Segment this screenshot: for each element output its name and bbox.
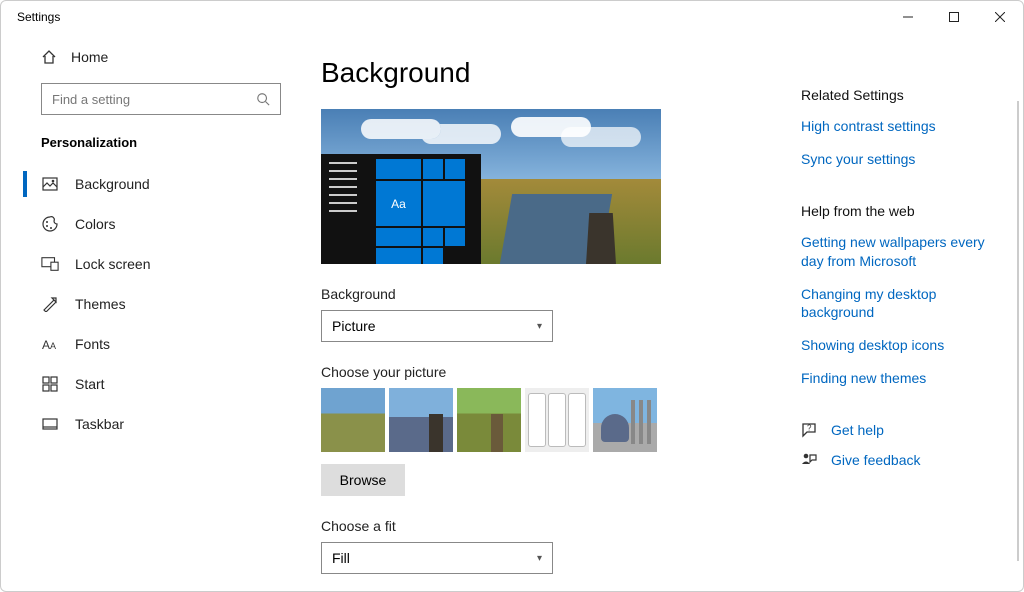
section-label: Personalization bbox=[1, 129, 301, 164]
maximize-button[interactable] bbox=[931, 1, 977, 33]
sidebar-item-label: Taskbar bbox=[75, 416, 124, 432]
preview-clouds bbox=[361, 119, 441, 139]
give-feedback-link[interactable]: Give feedback bbox=[801, 452, 999, 468]
desktop-preview: Aa bbox=[321, 109, 661, 264]
lockscreen-icon bbox=[41, 256, 59, 272]
side-column: Related Settings High contrast settings … bbox=[801, 57, 999, 591]
sidebar-item-taskbar[interactable]: Taskbar bbox=[1, 404, 301, 444]
preview-bridge bbox=[586, 213, 616, 264]
picture-thumb-3[interactable] bbox=[457, 388, 521, 452]
get-help-link[interactable]: ? Get help bbox=[801, 422, 999, 438]
webhelp-link-changing-bg[interactable]: Changing my desktop background bbox=[801, 285, 999, 323]
picture-thumbnails bbox=[321, 388, 761, 452]
colors-icon bbox=[41, 216, 59, 232]
choose-picture-label: Choose your picture bbox=[321, 364, 761, 380]
sidebar-item-label: Fonts bbox=[75, 336, 110, 352]
themes-icon bbox=[41, 296, 59, 312]
sidebar-item-label: Background bbox=[75, 176, 150, 192]
chat-help-icon: ? bbox=[801, 422, 817, 438]
start-icon bbox=[41, 376, 59, 392]
picture-thumb-1[interactable] bbox=[321, 388, 385, 452]
webhelp-heading: Help from the web bbox=[801, 203, 999, 219]
webhelp-link-wallpapers[interactable]: Getting new wallpapers every day from Mi… bbox=[801, 233, 999, 271]
preview-menu-lines bbox=[329, 162, 357, 212]
sidebar: Home Find a setting Personalization Back… bbox=[1, 33, 301, 591]
sidebar-item-themes[interactable]: Themes bbox=[1, 284, 301, 324]
settings-window: Settings Home Find a setting Personaliza… bbox=[0, 0, 1024, 592]
background-icon bbox=[41, 176, 59, 192]
sidebar-item-background[interactable]: Background bbox=[1, 164, 301, 204]
sidebar-item-label: Start bbox=[75, 376, 105, 392]
picture-thumb-2[interactable] bbox=[389, 388, 453, 452]
preview-tiles: Aa bbox=[376, 159, 476, 259]
search-icon bbox=[256, 92, 270, 106]
background-type-value: Picture bbox=[332, 318, 376, 334]
svg-text:A: A bbox=[42, 338, 50, 352]
related-settings-heading: Related Settings bbox=[801, 87, 999, 103]
scrollbar[interactable] bbox=[1017, 101, 1019, 561]
home-icon bbox=[41, 49, 57, 65]
preview-sample-text-tile: Aa bbox=[376, 181, 421, 226]
svg-text:?: ? bbox=[807, 424, 812, 433]
body: Home Find a setting Personalization Back… bbox=[1, 33, 1023, 591]
page-title: Background bbox=[321, 57, 761, 89]
preview-start-overlay: Aa bbox=[321, 154, 481, 264]
sidebar-item-label: Themes bbox=[75, 296, 126, 312]
minimize-button[interactable] bbox=[885, 1, 931, 33]
search-input[interactable]: Find a setting bbox=[41, 83, 281, 115]
sidebar-item-lockscreen[interactable]: Lock screen bbox=[1, 244, 301, 284]
give-feedback-label: Give feedback bbox=[831, 452, 921, 468]
chevron-down-icon: ▾ bbox=[537, 321, 542, 332]
fit-label: Choose a fit bbox=[321, 518, 761, 534]
sidebar-item-fonts[interactable]: AA Fonts bbox=[1, 324, 301, 364]
background-field-label: Background bbox=[321, 286, 761, 302]
close-button[interactable] bbox=[977, 1, 1023, 33]
feedback-icon bbox=[801, 452, 817, 468]
fit-dropdown[interactable]: Fill ▾ bbox=[321, 542, 553, 574]
window-title: Settings bbox=[17, 10, 60, 24]
fonts-icon: AA bbox=[41, 336, 59, 352]
related-link-high-contrast[interactable]: High contrast settings bbox=[801, 117, 999, 136]
sidebar-item-colors[interactable]: Colors bbox=[1, 204, 301, 244]
picture-thumb-5[interactable] bbox=[593, 388, 657, 452]
fit-value: Fill bbox=[332, 550, 350, 566]
home-label: Home bbox=[71, 49, 108, 65]
picture-thumb-4[interactable] bbox=[525, 388, 589, 452]
browse-button[interactable]: Browse bbox=[321, 464, 405, 496]
home-button[interactable]: Home bbox=[1, 41, 301, 73]
sidebar-item-label: Lock screen bbox=[75, 256, 150, 272]
webhelp-link-themes[interactable]: Finding new themes bbox=[801, 369, 999, 388]
search-placeholder: Find a setting bbox=[52, 92, 130, 107]
taskbar-icon bbox=[41, 416, 59, 432]
sidebar-item-start[interactable]: Start bbox=[1, 364, 301, 404]
background-type-dropdown[interactable]: Picture ▾ bbox=[321, 310, 553, 342]
webhelp-link-desktop-icons[interactable]: Showing desktop icons bbox=[801, 336, 999, 355]
sidebar-item-label: Colors bbox=[75, 216, 115, 232]
chevron-down-icon: ▾ bbox=[537, 553, 542, 564]
nav: Background Colors Lock screen Themes AA … bbox=[1, 164, 301, 444]
main-column: Background Aa bbox=[321, 57, 761, 591]
window-controls bbox=[885, 1, 1023, 33]
titlebar: Settings bbox=[1, 1, 1023, 33]
get-help-label: Get help bbox=[831, 422, 884, 438]
related-link-sync[interactable]: Sync your settings bbox=[801, 150, 999, 169]
svg-text:A: A bbox=[50, 341, 56, 351]
content: Background Aa bbox=[301, 33, 1023, 591]
